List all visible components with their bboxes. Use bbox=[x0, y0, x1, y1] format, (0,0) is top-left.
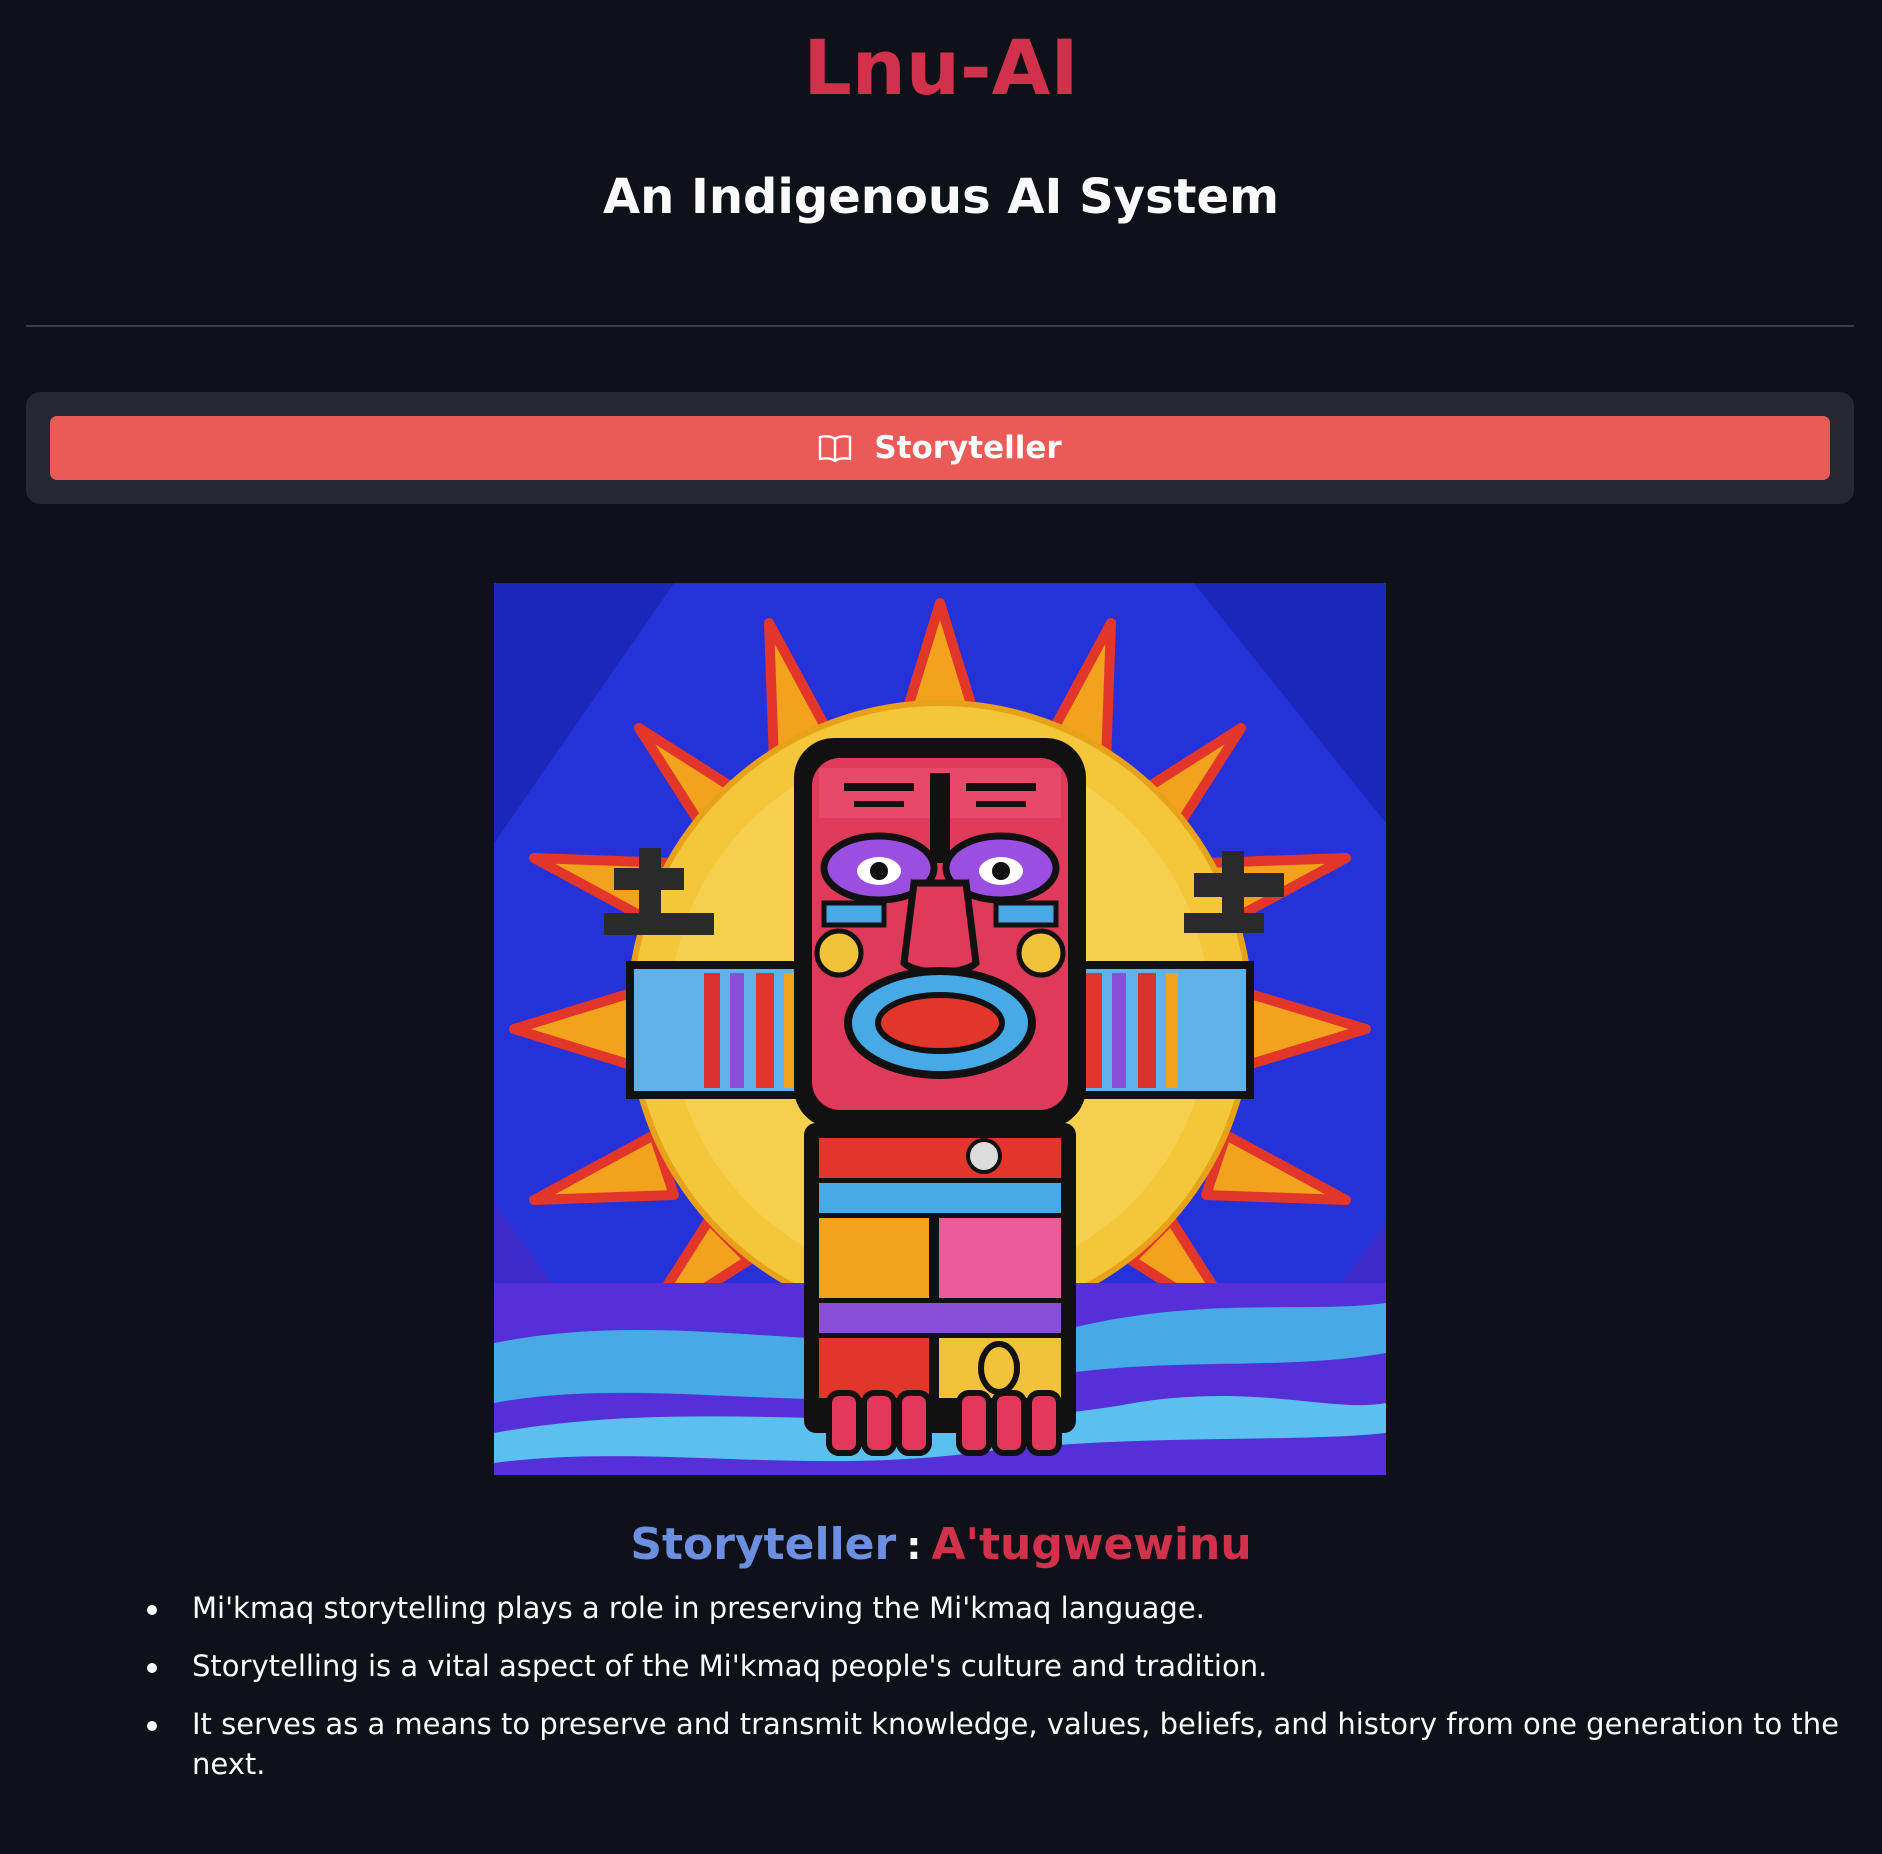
list-item: Mi'kmaq storytelling plays a role in pre… bbox=[140, 1588, 1840, 1628]
app-page: Lnu-AI An Indigenous AI System Storytell… bbox=[0, 0, 1882, 1854]
book-icon bbox=[818, 433, 852, 463]
section-title-mikmaq: A'tugwewinu bbox=[931, 1519, 1252, 1570]
section-title-separator: : bbox=[906, 1524, 922, 1568]
menu-container: Storyteller bbox=[26, 392, 1854, 504]
storyteller-artwork bbox=[494, 583, 1386, 1475]
list-item: It serves as a means to preserve and tra… bbox=[140, 1704, 1840, 1784]
app-title: Lnu-AI bbox=[803, 23, 1079, 112]
app-subtitle: An Indigenous AI System bbox=[602, 169, 1280, 225]
storyteller-button-label: Storyteller bbox=[874, 430, 1062, 466]
section-title-english: Storyteller bbox=[630, 1519, 897, 1570]
list-item: Storytelling is a vital aspect of the Mi… bbox=[140, 1646, 1840, 1686]
section-heading: Storyteller: A'tugwewinu bbox=[0, 1516, 1882, 1575]
divider bbox=[26, 325, 1854, 327]
facts-list: Mi'kmaq storytelling plays a role in pre… bbox=[140, 1588, 1840, 1802]
storyteller-button[interactable]: Storyteller bbox=[50, 416, 1830, 480]
